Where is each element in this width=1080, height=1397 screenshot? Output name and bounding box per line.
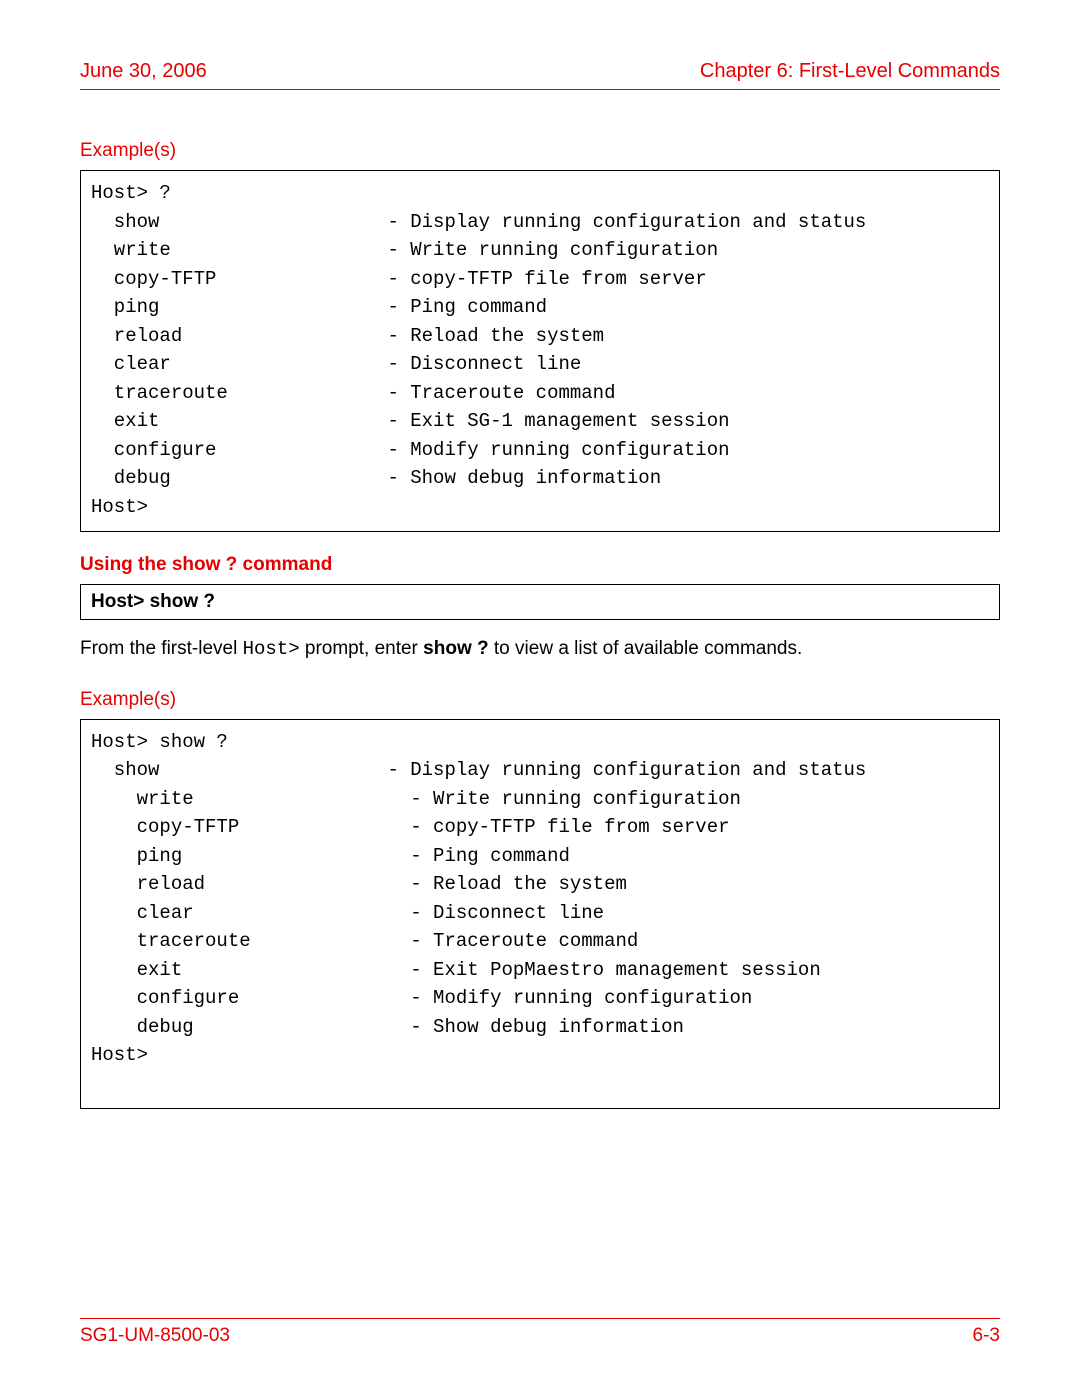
- body-text-pre: From the first-level: [80, 638, 243, 659]
- examples-label-2: Example(s): [80, 689, 1000, 711]
- body-paragraph: From the first-level Host> prompt, enter…: [80, 636, 1000, 663]
- examples-label-1: Example(s): [80, 140, 1000, 162]
- header-rule: [80, 89, 1000, 90]
- prompt-box: Host> show ?: [80, 584, 1000, 620]
- body-text-mid: prompt, enter: [300, 638, 424, 659]
- body-text-mono: Host>: [243, 638, 300, 660]
- code-block-1: Host> ? show - Display running configura…: [80, 170, 1000, 532]
- footer-rule: [80, 1318, 1000, 1319]
- subheading-show-command: Using the show ? command: [80, 554, 1000, 576]
- footer-row: SG1-UM-8500-03 6-3: [80, 1325, 1000, 1347]
- page-header: June 30, 2006 Chapter 6: First-Level Com…: [80, 60, 1000, 89]
- page-footer: SG1-UM-8500-03 6-3: [80, 1318, 1000, 1347]
- footer-page-number: 6-3: [973, 1325, 1000, 1347]
- code-block-2: Host> show ? show - Display running conf…: [80, 719, 1000, 1110]
- footer-doc-id: SG1-UM-8500-03: [80, 1325, 230, 1347]
- header-date: June 30, 2006: [80, 60, 207, 83]
- header-chapter: Chapter 6: First-Level Commands: [700, 60, 1000, 83]
- body-text-bold: show ?: [423, 638, 488, 659]
- page: June 30, 2006 Chapter 6: First-Level Com…: [0, 0, 1080, 1397]
- body-text-post: to view a list of available commands.: [489, 638, 803, 659]
